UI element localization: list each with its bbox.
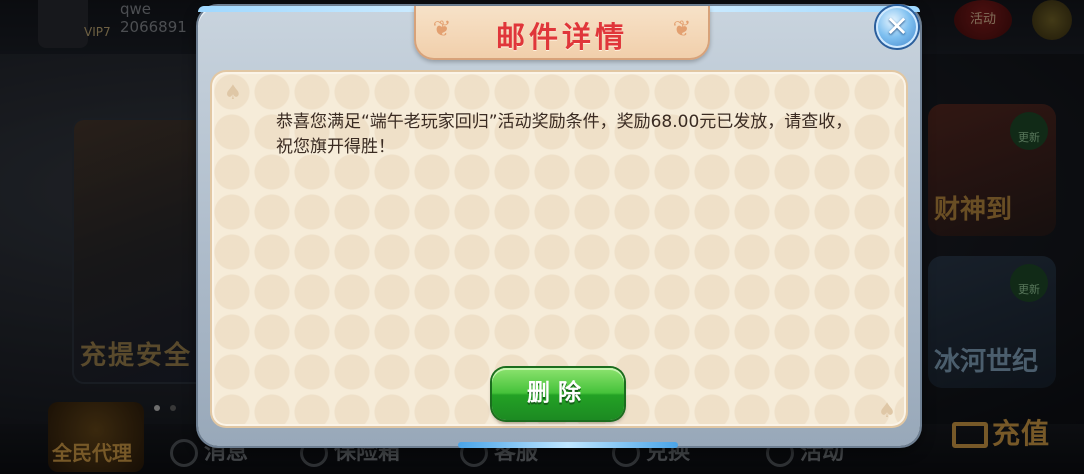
mail-message: 恭喜您满足“端午老玩家回归”活动奖励条件，奖励68.00元已发放，请查收，祝您旗… xyxy=(276,112,853,157)
close-button[interactable]: ✕ xyxy=(876,6,918,48)
spade-icon: ♠ xyxy=(878,398,896,422)
mail-content-panel: ♠ 恭喜您满足“端午老玩家回归”活动奖励条件，奖励68.00元已发放，请查收，祝… xyxy=(212,72,906,426)
mail-detail-dialog: ❦ 邮件详情 ❦ ✕ ♠ 恭喜您满足“端午老玩家回归”活动奖励条件，奖励68.0… xyxy=(198,6,920,448)
spade-icon: ♠ xyxy=(224,80,242,104)
title-plate: ❦ 邮件详情 ❦ xyxy=(414,6,710,60)
delete-button[interactable]: 删除 xyxy=(492,368,624,420)
dialog-title: 邮件详情 xyxy=(495,20,628,54)
close-icon: ✕ xyxy=(885,10,909,43)
laurel-right-icon: ❦ xyxy=(672,17,692,42)
dialog-bottom-highlight xyxy=(458,442,678,448)
